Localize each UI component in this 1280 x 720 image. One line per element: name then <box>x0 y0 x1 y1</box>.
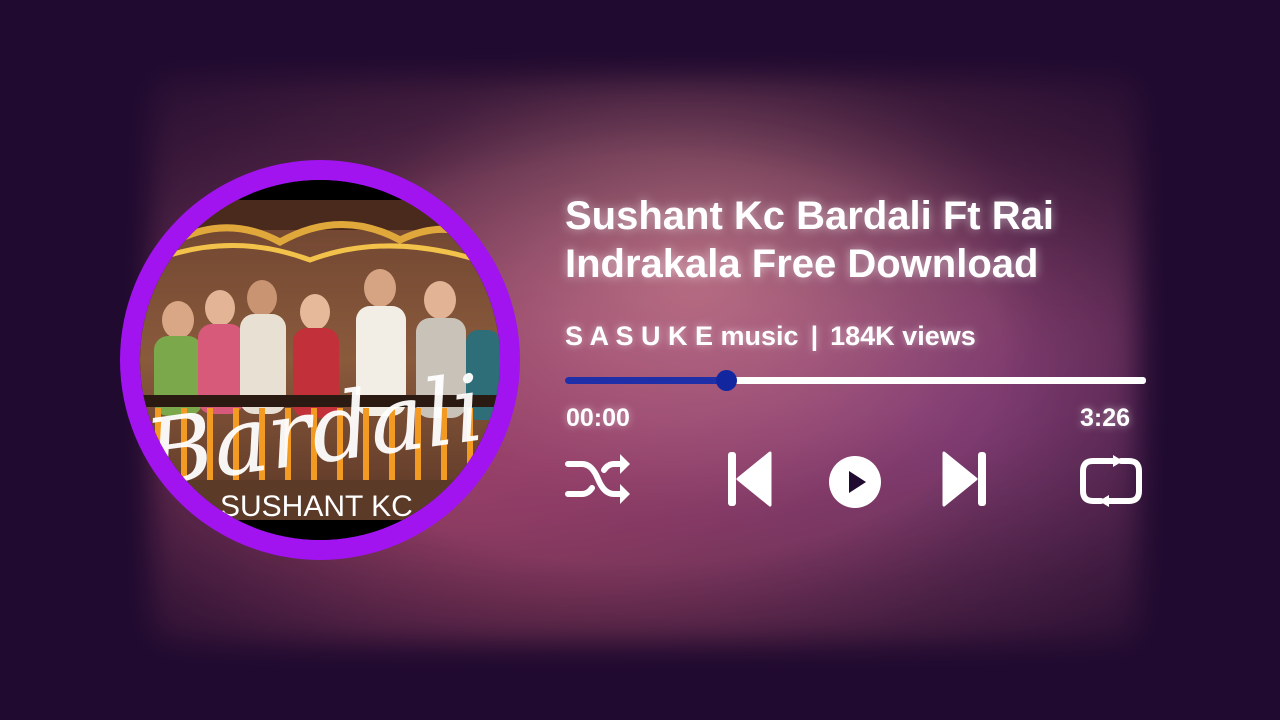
shuffle-icon <box>565 454 630 504</box>
play-button[interactable] <box>828 455 882 509</box>
previous-button[interactable] <box>726 450 774 508</box>
song-title: Sushant Kc Bardali Ft Rai Indrakala Free… <box>565 194 1054 286</box>
music-player: Bardali SUSHANT KC Sushant Kc Bardali Ft… <box>0 0 1280 720</box>
skip-next-icon <box>942 451 986 507</box>
cover-script-title: Bardali <box>140 355 490 508</box>
play-circle-icon <box>829 456 881 508</box>
repeat-button[interactable] <box>1077 455 1145 509</box>
shuffle-button[interactable] <box>564 448 632 510</box>
progress-fill <box>565 377 726 384</box>
album-art-lettering: Bardali SUSHANT KC <box>140 355 490 523</box>
cover-artist-caption: SUSHANT KC <box>220 490 413 523</box>
progress-bar[interactable] <box>565 370 1146 391</box>
album-art: Bardali SUSHANT KC <box>140 180 500 540</box>
duration: 3:26 <box>1080 404 1131 432</box>
progress-knob[interactable] <box>715 370 737 391</box>
repeat-icon <box>1080 455 1142 507</box>
view-count: 184K views <box>830 321 976 351</box>
skip-previous-icon <box>728 451 772 507</box>
artist-name: S A S U K E music <box>565 321 799 351</box>
meta-separator: | <box>810 321 819 351</box>
next-button[interactable] <box>940 450 988 508</box>
song-meta: S A S U K E music | 184K views <box>565 321 976 352</box>
current-time: 00:00 <box>566 404 630 432</box>
